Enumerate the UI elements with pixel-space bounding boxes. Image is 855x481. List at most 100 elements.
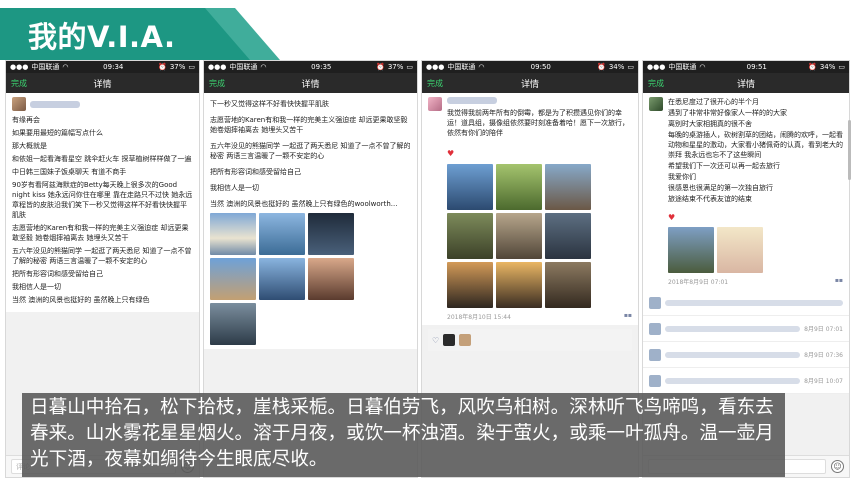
- status-bar: ●●● 中国联通 ◠ 09:35 ⏰ 37% ▭: [204, 61, 417, 73]
- post-line: 当然 澳洲的风景也挺好的 虽然晚上只有绿色: [12, 296, 150, 304]
- post-line: 旅途结束不代表友谊的结束: [668, 195, 752, 203]
- nav-bar: 完成 详情: [422, 73, 638, 93]
- photo[interactable]: [545, 213, 591, 259]
- post-line: 离别时大家相拥真的很不舍: [668, 120, 752, 128]
- nav-bar: 完成 详情: [6, 73, 199, 93]
- photo-grid: [447, 164, 632, 308]
- post-line: 在悉尼度过了很开心的半个月: [668, 98, 759, 106]
- post-line: 那大概就是: [12, 142, 47, 150]
- post-body: 下一秒又觉得这样不好看快快握平肌肤 志愿营地的Karen有和我一样的完美主义强迫…: [204, 93, 417, 349]
- signal-icon: ●●●: [426, 63, 445, 71]
- nav-title: 详情: [736, 79, 755, 90]
- post-line: 志愿营地的Karen有和我一样的完美主义强迫症 却远更果敢坚毅 她卷烟摔袖离去 …: [12, 224, 189, 242]
- scrollbar[interactable]: [848, 120, 851, 180]
- done-button[interactable]: 完成: [11, 78, 27, 89]
- battery-percent: 34%: [819, 63, 836, 71]
- done-button[interactable]: 完成: [427, 78, 443, 89]
- photo[interactable]: [545, 262, 591, 308]
- photo[interactable]: [308, 258, 354, 300]
- photo-grid: [210, 213, 411, 345]
- comment-menu-icon[interactable]: ▪▪: [835, 277, 843, 286]
- comment-row: 8月9日 10:07: [643, 368, 849, 394]
- nav-title: 详情: [520, 79, 539, 90]
- avatar[interactable]: [459, 334, 472, 346]
- done-button[interactable]: 完成: [648, 78, 664, 89]
- emoji-icon[interactable]: ☺: [831, 460, 844, 473]
- signal-icon: ●●●: [647, 63, 666, 71]
- post-line: 把所有形容词和感受留给自己: [210, 168, 301, 176]
- photo[interactable]: [496, 213, 542, 259]
- avatar[interactable]: [12, 97, 26, 111]
- blurred-comment: [665, 325, 801, 332]
- photo[interactable]: [496, 164, 542, 210]
- alarm-icon: ⏰: [376, 63, 385, 71]
- photo[interactable]: [210, 213, 256, 255]
- avatar[interactable]: [649, 97, 663, 111]
- heart-icon: ♥: [447, 149, 455, 158]
- photo[interactable]: [447, 213, 493, 259]
- avatar[interactable]: [649, 322, 661, 335]
- battery-icon: ▭: [838, 63, 845, 71]
- avatar[interactable]: [649, 348, 661, 361]
- clock: 09:51: [746, 63, 767, 71]
- post-line: 志愿营地的Karen有和我一样的完美主义强迫症 却远更果敢坚毅 她卷烟摔袖离去 …: [210, 116, 408, 134]
- heart-icon: ♥: [668, 213, 676, 222]
- post-line: 和依姐一起看海看星空 跳伞赶火车 探草植树样样做了一遍: [12, 155, 192, 163]
- nav-bar: 完成 详情: [643, 73, 849, 93]
- post-line: 五六年没见的熊猫同学 一起逛了两天悉尼 知道了一点不曾了解的秘密 两语三言温暖了…: [210, 142, 411, 160]
- photo[interactable]: [668, 227, 714, 273]
- post-line: 遇到了非常非常好像家人一样的的大家: [668, 109, 787, 117]
- battery-percent: 34%: [608, 63, 625, 71]
- avatar[interactable]: [428, 97, 442, 111]
- wifi-icon: ◠: [62, 63, 69, 71]
- photo[interactable]: [210, 303, 256, 345]
- photo[interactable]: [447, 262, 493, 308]
- nav-title: 详情: [301, 79, 320, 90]
- post-body: 有缘再会 如果要用最短的篇幅写点什么 那大概就是 和依姐一起看海看星空 跳伞赶火…: [6, 93, 199, 312]
- photo-grid: [668, 227, 843, 273]
- comment-row: 8月9日 07:36: [643, 342, 849, 368]
- battery-percent: 37%: [169, 63, 186, 71]
- avatar[interactable]: [443, 334, 456, 346]
- battery-icon: ▭: [627, 63, 634, 71]
- post-line: 每晚的桌游插人，砍树割草的团结，闹腾的欢呼，一起看动物和星星的激动，大家看小猪佩…: [668, 131, 843, 159]
- blurred-comment: [665, 377, 801, 384]
- post-line: 我相信人是一切: [12, 283, 61, 291]
- post-line: 有缘再会: [12, 116, 40, 124]
- status-bar: ●●● 中国联通 ◠ 09:34 ⏰ 37% ▭: [6, 61, 199, 73]
- comment-menu-icon[interactable]: ▪▪: [624, 312, 632, 321]
- nav-title: 详情: [93, 79, 112, 90]
- wifi-icon: ◠: [478, 63, 485, 71]
- wifi-icon: ◠: [260, 63, 267, 71]
- comment-time: 8月9日 07:36: [804, 352, 843, 359]
- comment-time: 8月9日 07:01: [804, 326, 843, 333]
- like-heart-icon: ♡: [432, 335, 440, 345]
- status-bar: ●●● 中国联通 ◠ 09:51 ⏰ 34% ▭: [643, 61, 849, 73]
- photo[interactable]: [259, 213, 305, 255]
- comment-row: 8月9日 07:01: [643, 316, 849, 342]
- photo[interactable]: [447, 164, 493, 210]
- photo[interactable]: [496, 262, 542, 308]
- photo[interactable]: [308, 213, 354, 255]
- photo[interactable]: [717, 227, 763, 273]
- photo[interactable]: [210, 258, 256, 300]
- slide-title: 我的V.I.A.: [28, 20, 176, 54]
- signal-icon: ●●●: [208, 63, 227, 71]
- avatar[interactable]: [649, 296, 661, 309]
- post-meta: 2018年8月10日 15:44 ▪▪: [447, 312, 632, 321]
- carrier-label: 中国联通: [229, 63, 258, 71]
- post-line: 中日韩三国妹子饭桌聊天 有道不商手: [12, 168, 127, 176]
- poem-caption: 日暮山中拾石，松下拾枝，崖栈采栀。日暮伯劳飞，风吹乌桕树。深林听飞鸟啼鸣，看东去…: [22, 393, 785, 477]
- likes-bar: ♡: [428, 329, 632, 351]
- status-bar: ●●● 中国联通 ◠ 09:50 ⏰ 34% ▭: [422, 61, 638, 73]
- post-line: 希望我们下一次还可以再一起去旅行: [668, 162, 780, 170]
- blurred-username: [447, 97, 497, 104]
- photo[interactable]: [545, 164, 591, 210]
- blurred-comment: [665, 299, 843, 306]
- done-button[interactable]: 完成: [209, 78, 225, 89]
- avatar[interactable]: [649, 374, 661, 387]
- alarm-icon: ⏰: [808, 63, 817, 71]
- photo[interactable]: [259, 258, 305, 300]
- carrier-label: 中国联通: [668, 63, 697, 71]
- signal-icon: ●●●: [10, 63, 29, 71]
